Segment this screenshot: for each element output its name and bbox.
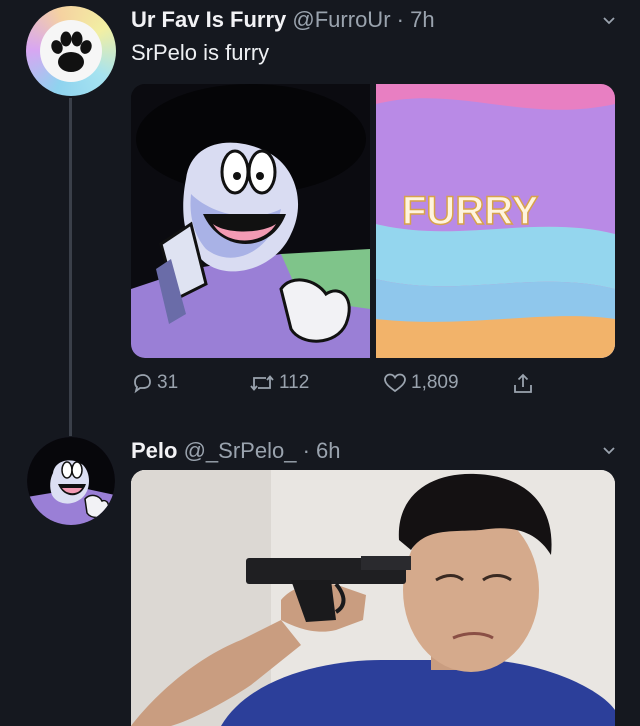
avatar-srpelo[interactable] (27, 437, 115, 525)
timestamp[interactable]: 6h (316, 438, 340, 463)
cartoon-avatar-image (27, 437, 115, 525)
tweet-actions: 31 112 1,809 (131, 364, 615, 404)
tweet-thread: Ur Fav Is Furry @FurroUr · 7h SrPelo is … (0, 0, 640, 726)
share-icon (514, 373, 532, 393)
tweet-header: Ur Fav Is Furry @FurroUr · 7h (131, 7, 435, 33)
separator: · (396, 7, 404, 32)
avatar-furrour[interactable] (26, 6, 116, 96)
like-button[interactable]: 1,809 (383, 372, 459, 394)
retweet-button[interactable]: 112 (249, 372, 309, 394)
like-count: 1,809 (411, 372, 459, 393)
tweet-header: Pelo @_SrPelo_ · 6h (131, 438, 341, 464)
tweet-text: SrPelo is furry (131, 40, 270, 65)
thread-line (69, 98, 72, 436)
chevron-down-icon[interactable] (602, 14, 616, 28)
user-handle[interactable]: @FurroUr (292, 7, 390, 32)
photo-image (131, 470, 615, 726)
cartoon-image (131, 84, 370, 358)
display-name[interactable]: Ur Fav Is Furry (131, 7, 286, 32)
user-handle[interactable]: @_SrPelo_ (184, 438, 297, 463)
display-name[interactable]: Pelo (131, 438, 177, 463)
media-image-furry-text[interactable]: FURRY (376, 84, 615, 358)
tweet-media[interactable]: FURRY (131, 84, 615, 358)
reply-button[interactable]: 31 (131, 372, 178, 394)
like-icon (384, 373, 406, 393)
pastel-image: FURRY (376, 84, 615, 358)
separator: · (302, 438, 310, 463)
media-image-cartoon[interactable] (131, 84, 370, 358)
chevron-down-icon[interactable] (602, 444, 616, 458)
paw-icon (40, 20, 102, 82)
timestamp[interactable]: 7h (410, 7, 434, 32)
furry-text: FURRY (402, 189, 539, 233)
media-image-photo[interactable] (131, 470, 615, 726)
retweet-count: 112 (279, 372, 310, 393)
share-button[interactable] (511, 372, 535, 396)
reply-count: 31 (157, 372, 179, 393)
reply-icon (134, 374, 151, 394)
retweet-icon (250, 375, 274, 391)
